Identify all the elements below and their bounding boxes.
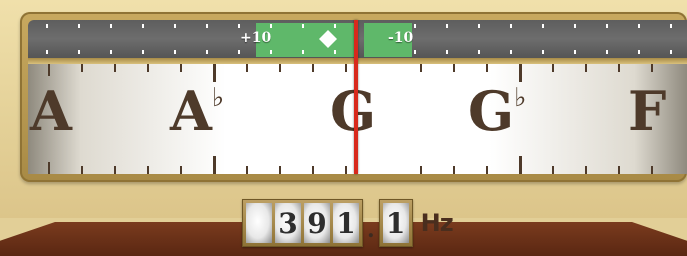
note-accidental: ♭ <box>514 83 526 113</box>
note-label-a-flat: A♭ <box>170 83 224 138</box>
digit-hundreds-blank <box>246 203 272 243</box>
note-label-f: F <box>628 84 666 138</box>
digit-tenths: 1 <box>382 203 409 243</box>
note-letter: F <box>628 79 666 143</box>
decimal-point: . <box>367 217 375 243</box>
note-letter: A <box>30 79 72 143</box>
frequency-unit: Hz <box>420 209 454 237</box>
sharp-cents-label: +10 <box>240 30 272 46</box>
note-letter: A <box>170 79 212 143</box>
frequency-readout: 3 9 1 . 1 Hz <box>242 199 454 247</box>
tuning-needle <box>354 20 358 174</box>
note-label-g-flat: G♭ <box>468 83 526 138</box>
note-letter: G <box>468 79 514 143</box>
note-label-a: A <box>30 84 72 138</box>
frequency-integer-digits: 3 9 1 <box>242 199 363 247</box>
meter-ticks <box>46 24 672 54</box>
flat-cents-label: -10 <box>388 30 414 46</box>
digit-tens: 9 <box>304 203 330 243</box>
note-letter: G <box>330 79 376 143</box>
digit-hundreds: 3 <box>275 203 301 243</box>
frequency-decimal-digit: 1 <box>378 199 413 247</box>
digit-ones: 1 <box>333 203 359 243</box>
note-accidental: ♭ <box>211 83 224 113</box>
